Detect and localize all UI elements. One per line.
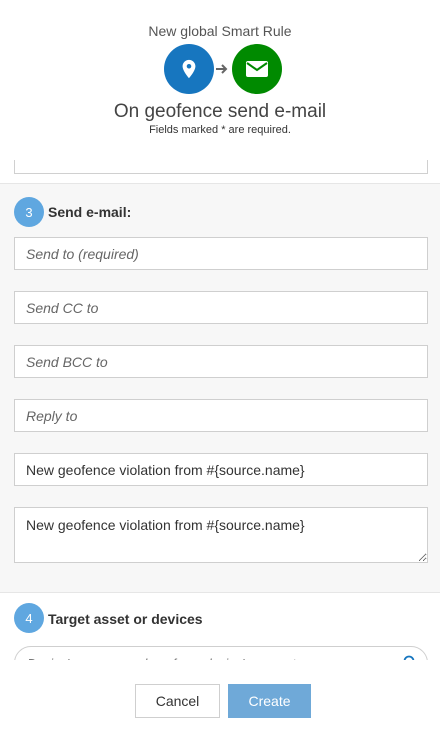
step-badge: 3 xyxy=(14,197,44,227)
device-search-box[interactable] xyxy=(14,646,428,660)
location-pin-icon xyxy=(164,44,214,94)
previous-field[interactable] xyxy=(14,160,428,174)
step-badge: 4 xyxy=(14,603,44,633)
reply-to-input[interactable] xyxy=(14,399,428,432)
form-scroll-area[interactable]: 3 Send e-mail: New geofence violation fr… xyxy=(0,160,440,660)
section-title: Target asset or devices xyxy=(48,611,203,627)
section-title: Send e-mail: xyxy=(48,204,132,220)
rule-title: On geofence send e-mail xyxy=(113,101,327,122)
create-button[interactable]: Create xyxy=(228,684,311,718)
device-search-input[interactable] xyxy=(27,647,397,660)
send-to-input[interactable] xyxy=(14,237,428,270)
required-note: Fields marked * are required. xyxy=(149,124,291,136)
cancel-button[interactable]: Cancel xyxy=(135,684,220,718)
send-email-section: 3 Send e-mail: New geofence violation fr… xyxy=(0,184,440,592)
target-devices-section: 4 Target asset or devices xyxy=(0,593,440,660)
subject-input[interactable] xyxy=(14,453,428,486)
send-cc-input[interactable] xyxy=(14,291,428,324)
message-body-textarea[interactable]: New geofence violation from #{source.nam… xyxy=(14,507,428,563)
rule-icons xyxy=(0,44,440,94)
arrow-right-icon xyxy=(216,64,228,74)
send-bcc-input[interactable] xyxy=(14,345,428,378)
dialog-header: New global Smart Rule On geofence send e… xyxy=(0,0,440,160)
envelope-icon xyxy=(232,44,282,94)
dialog-footer: Cancel Create xyxy=(0,660,440,739)
dialog-title: New global Smart Rule xyxy=(148,23,292,39)
